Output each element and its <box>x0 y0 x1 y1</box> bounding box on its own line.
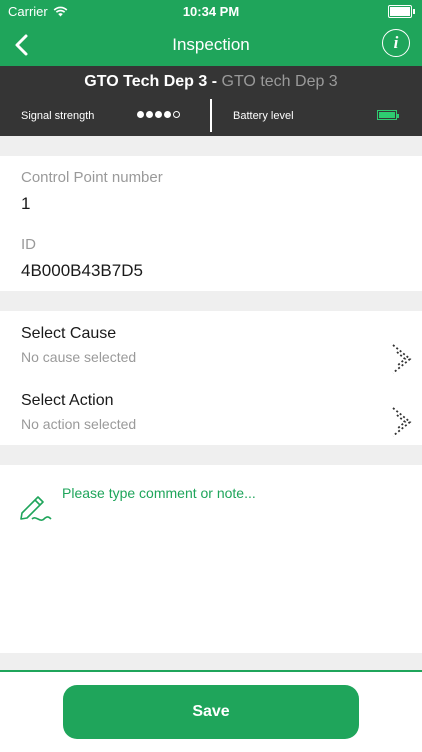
battery-icon <box>377 110 399 120</box>
device-header: GTO Tech Dep 3 - GTO tech Dep 3 Signal s… <box>0 66 422 136</box>
select-action-title: Select Action <box>21 392 114 409</box>
status-bar: Carrier 10:34 PM <box>0 0 422 24</box>
control-point-card: Control Point number 1 ID 4B000B43B7D5 <box>0 156 422 291</box>
nav-bar: Inspection i <box>0 24 422 66</box>
select-action-subtitle: No action selected <box>21 416 137 432</box>
device-name-separator: - <box>207 73 222 90</box>
signal-dot <box>146 111 153 118</box>
comment-card[interactable]: Please type comment or note... <box>0 465 422 653</box>
clock: 10:34 PM <box>182 4 240 19</box>
signal-dot <box>164 111 171 118</box>
chevron-right-icon <box>392 407 412 437</box>
status-battery-icon <box>388 5 415 18</box>
battery-level-label: Battery level <box>233 110 294 122</box>
signal-dot <box>173 111 180 118</box>
control-point-value: 1 <box>21 194 31 213</box>
chevron-right-icon <box>392 344 412 374</box>
control-point-label: Control Point number <box>21 169 163 186</box>
header-divider <box>210 99 212 132</box>
page-title: Inspection <box>172 35 250 54</box>
id-value: 4B000B43B7D5 <box>21 261 143 280</box>
device-name-secondary: GTO tech Dep 3 <box>221 73 338 90</box>
select-cause-row[interactable]: Select Cause No cause selected <box>0 325 422 391</box>
device-name: GTO Tech Dep 3 - GTO tech Dep 3 <box>0 73 422 91</box>
info-icon: i <box>393 33 399 52</box>
signal-dot <box>155 111 162 118</box>
select-cause-subtitle: No cause selected <box>21 349 137 365</box>
device-name-primary: GTO Tech Dep 3 <box>84 73 208 90</box>
pencil-icon <box>20 496 52 521</box>
signal-dot <box>137 111 144 118</box>
cause-action-card: Select Cause No cause selected Select Ac… <box>0 311 422 445</box>
signal-strength-indicator <box>137 111 180 118</box>
select-cause-title: Select Cause <box>21 325 117 342</box>
comment-input[interactable]: Please type comment or note... <box>62 485 256 501</box>
save-button[interactable]: Save <box>63 685 359 739</box>
info-button[interactable]: i <box>382 29 410 57</box>
select-action-row[interactable]: Select Action No action selected <box>0 392 422 458</box>
bottom-bar: Save <box>0 670 422 752</box>
id-label: ID <box>21 236 36 253</box>
battery-fill <box>379 112 395 118</box>
signal-strength-label: Signal strength <box>21 110 95 122</box>
